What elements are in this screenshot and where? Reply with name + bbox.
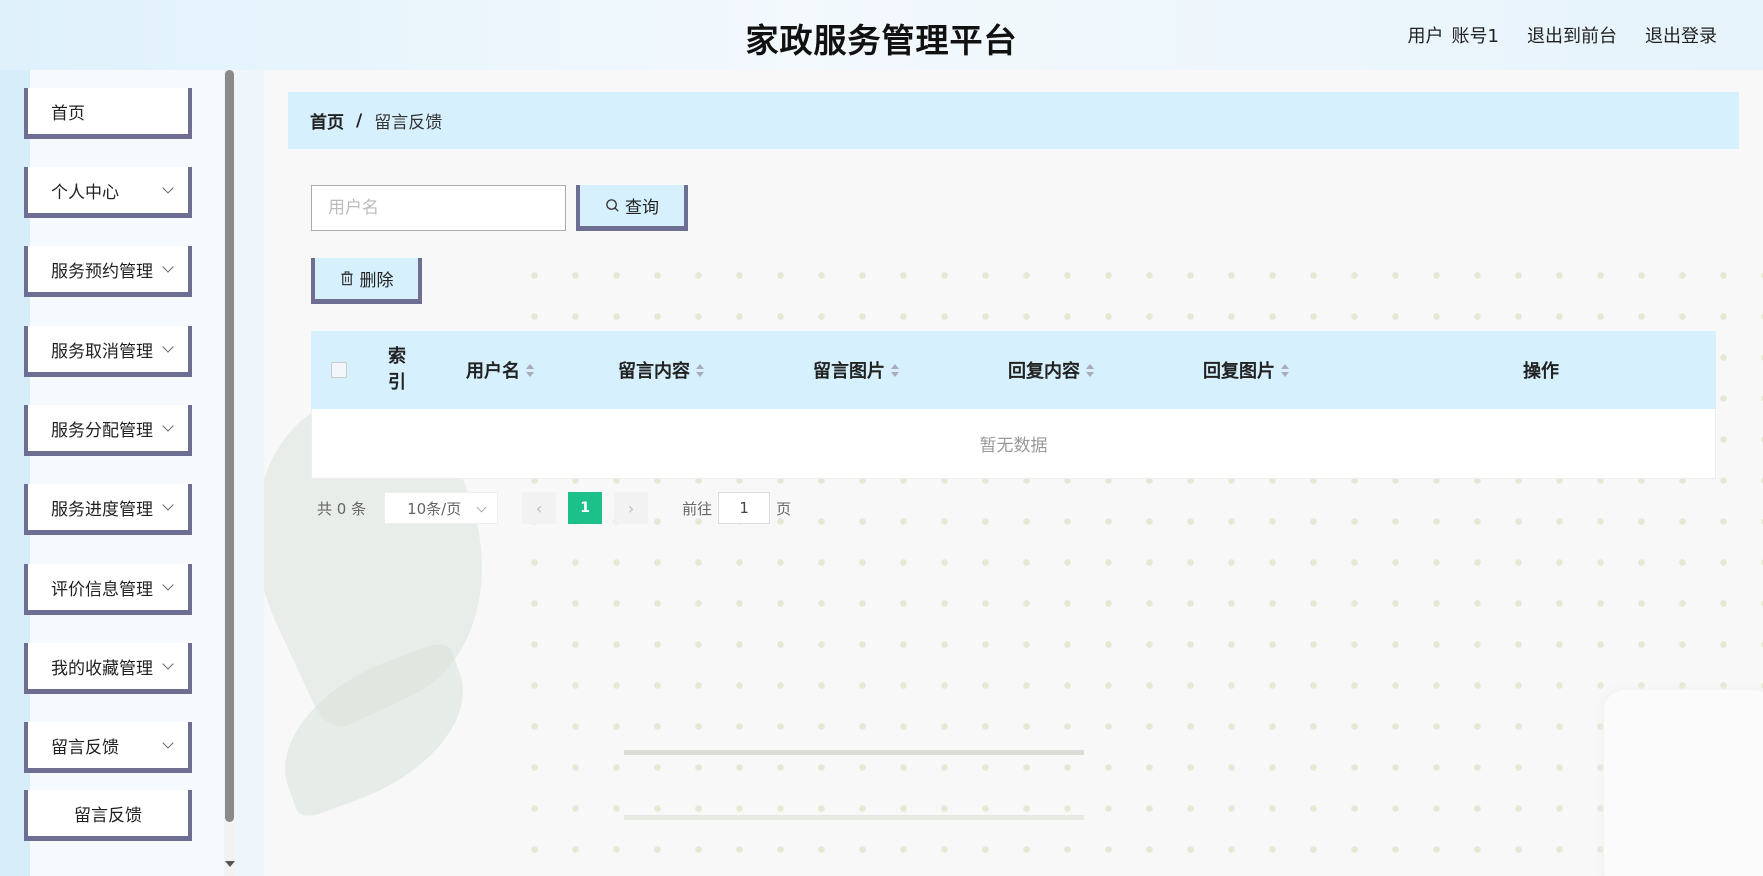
sidebar-item-label: 服务进度管理 xyxy=(51,499,153,520)
sidebar-item-progress[interactable]: 服务进度管理 xyxy=(24,484,192,535)
chevron-down-icon xyxy=(162,341,174,353)
next-page-button[interactable]: › xyxy=(614,492,649,524)
sidebar-item-label: 评价信息管理 xyxy=(51,579,153,600)
chevron-down-icon xyxy=(162,579,174,591)
back-to-frontend-link[interactable]: 退出到前台 xyxy=(1527,22,1617,48)
chevron-right-icon: › xyxy=(627,498,635,518)
select-all-cell xyxy=(331,331,347,409)
sidebar-item-label: 我的收藏管理 xyxy=(51,658,153,679)
trash-icon xyxy=(340,271,353,286)
feedback-table: 索引 用户名 留言内容 留言图片 回复内容 回复图片 操作 暂无数据 xyxy=(311,331,1716,479)
sidebar-item-label: 个人中心 xyxy=(51,182,119,203)
column-header-label: 回复图片 xyxy=(1203,361,1275,382)
main-content: 首页 / 留言反馈 查询 删除 索引 用户名 xyxy=(264,70,1763,876)
sort-icon[interactable] xyxy=(1086,363,1094,377)
background-cylinder xyxy=(1604,690,1763,876)
page-size-select[interactable]: 10条/页 xyxy=(384,492,499,524)
goto-label: 前往 xyxy=(682,499,713,518)
chevron-down-icon xyxy=(162,182,174,194)
column-header-reply-content[interactable]: 回复内容 xyxy=(1008,331,1094,409)
sidebar-scrollbar-thumb[interactable] xyxy=(225,70,234,822)
logout-link[interactable]: 退出登录 xyxy=(1645,22,1717,48)
sidebar-subitem-label: 留言反馈 xyxy=(74,805,142,826)
scroll-down-arrow-icon[interactable] xyxy=(225,861,235,867)
sidebar-item-reviews[interactable]: 评价信息管理 xyxy=(24,564,192,615)
user-info: 用户 账号1 xyxy=(1408,22,1499,48)
sidebar-subitem-feedback[interactable]: 留言反馈 xyxy=(24,790,192,841)
sidebar-item-favorites[interactable]: 我的收藏管理 xyxy=(24,643,192,694)
column-header-username[interactable]: 用户名 xyxy=(466,331,534,409)
column-header-reply-image[interactable]: 回复图片 xyxy=(1203,331,1289,409)
sidebar-item-booking[interactable]: 服务预约管理 xyxy=(24,246,192,297)
sidebar-item-home[interactable]: 首页 xyxy=(24,88,192,139)
breadcrumb: 首页 / 留言反馈 xyxy=(288,92,1739,149)
delete-button-label: 删除 xyxy=(359,271,394,291)
column-header-label: 留言图片 xyxy=(813,361,885,382)
empty-text: 暂无数据 xyxy=(979,436,1048,456)
sort-icon[interactable] xyxy=(1281,363,1289,377)
page-number-label: 1 xyxy=(580,500,590,516)
sidebar-item-label: 服务分配管理 xyxy=(51,420,153,441)
chevron-down-icon xyxy=(162,737,174,749)
prev-page-button[interactable]: ‹ xyxy=(522,492,557,524)
sort-icon[interactable] xyxy=(696,363,704,377)
sidebar-item-label: 首页 xyxy=(51,103,85,124)
sort-icon[interactable] xyxy=(891,363,899,377)
pagination: 共 0 条 10条/页 ‹ 1 › 前往 页 xyxy=(311,492,791,524)
chevron-down-icon xyxy=(162,420,174,432)
page-label: 页 xyxy=(776,499,792,518)
sidebar-item-assignment[interactable]: 服务分配管理 xyxy=(24,405,192,456)
delete-button[interactable]: 删除 xyxy=(311,258,422,304)
query-button[interactable]: 查询 xyxy=(576,185,688,231)
chevron-down-icon xyxy=(162,261,174,273)
user-label: 用户 xyxy=(1407,26,1444,47)
username-search-input[interactable] xyxy=(311,185,566,231)
query-button-label: 查询 xyxy=(625,198,659,218)
sidebar-item-label: 留言反馈 xyxy=(51,737,119,758)
background-shelf xyxy=(624,750,1084,820)
header-actions: 用户 账号1 退出到前台 退出登录 xyxy=(1408,22,1717,48)
search-icon xyxy=(606,199,619,212)
column-header-index: 索引 xyxy=(388,331,412,409)
chevron-down-icon xyxy=(162,499,174,511)
goto-page-input[interactable] xyxy=(718,492,771,524)
sidebar-item-label: 服务预约管理 xyxy=(51,261,153,282)
page-size-value: 10条/页 xyxy=(407,499,462,518)
column-header-label: 用户名 xyxy=(466,361,520,382)
table-header: 索引 用户名 留言内容 留言图片 回复内容 回复图片 操作 xyxy=(311,331,1716,409)
column-header-actions: 操作 xyxy=(1523,331,1559,409)
breadcrumb-separator: / xyxy=(356,110,363,131)
column-header-label: 回复内容 xyxy=(1008,361,1080,382)
table-empty-state: 暂无数据 xyxy=(311,409,1716,479)
pagination-total: 共 0 条 xyxy=(317,499,367,518)
top-header: 家政服务管理平台 用户 账号1 退出到前台 退出登录 xyxy=(0,0,1763,70)
chevron-down-icon xyxy=(476,502,487,513)
sidebar-item-feedback[interactable]: 留言反馈 xyxy=(24,722,192,773)
sidebar-item-personal-center[interactable]: 个人中心 xyxy=(24,167,192,218)
column-header-message-content[interactable]: 留言内容 xyxy=(618,331,704,409)
sidebar: 首页 个人中心 服务预约管理 服务取消管理 服务分配管理 服务进度管理 评价信息… xyxy=(0,70,235,876)
chevron-left-icon: ‹ xyxy=(535,498,543,518)
breadcrumb-current: 留言反馈 xyxy=(374,113,443,133)
breadcrumb-home[interactable]: 首页 xyxy=(310,108,344,133)
sort-icon[interactable] xyxy=(526,363,534,377)
select-all-checkbox[interactable] xyxy=(331,362,347,378)
column-header-message-image[interactable]: 留言图片 xyxy=(813,331,899,409)
sidebar-item-cancellation[interactable]: 服务取消管理 xyxy=(24,326,192,377)
column-header-label: 操作 xyxy=(1523,361,1559,382)
column-header-label: 留言内容 xyxy=(618,361,690,382)
chevron-down-icon xyxy=(162,658,174,670)
page-number-button[interactable]: 1 xyxy=(568,492,603,524)
sidebar-item-label: 服务取消管理 xyxy=(51,341,153,362)
column-header-label: 索引 xyxy=(388,346,406,393)
user-name: 账号1 xyxy=(1451,26,1499,47)
